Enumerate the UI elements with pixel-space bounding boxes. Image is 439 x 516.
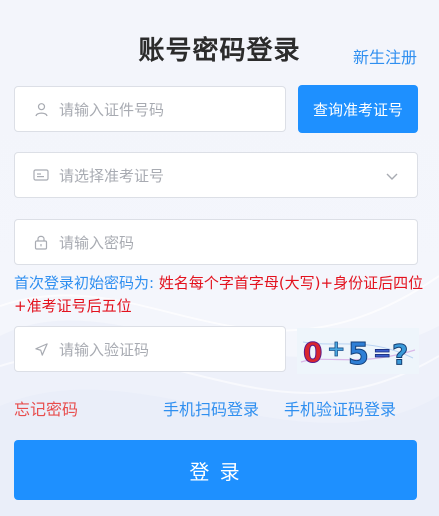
sms-login-link[interactable]: 手机验证码登录	[284, 396, 396, 420]
captcha-placeholder: 请输入验证码	[59, 340, 150, 359]
id-card-icon	[33, 167, 49, 183]
exam-number-select[interactable]: 请选择准考证号	[14, 152, 418, 198]
svg-text:=: =	[373, 341, 391, 366]
hint-prefix: 首次登录初始密码为:	[14, 274, 159, 292]
id-number-placeholder: 请输入证件号码	[59, 100, 165, 119]
password-field[interactable]: 请输入密码	[14, 219, 418, 265]
id-number-field[interactable]: 请输入证件号码	[14, 86, 286, 132]
user-icon	[33, 101, 49, 117]
send-icon	[33, 341, 49, 357]
svg-text:0: 0	[303, 336, 322, 369]
login-button[interactable]: 登 录	[14, 440, 417, 500]
lock-icon	[33, 234, 49, 250]
svg-text:5: 5	[348, 337, 369, 372]
register-link[interactable]: 新生注册	[353, 44, 417, 68]
forgot-password-link[interactable]: 忘记密码	[14, 396, 78, 420]
qr-scan-login-link[interactable]: 手机扫码登录	[163, 396, 259, 420]
initial-password-hint: 首次登录初始密码为: 姓名每个字首字母(大写)+身份证后四位+准考证号后五位	[14, 272, 424, 318]
captcha-image[interactable]: 0 + 5 = ?	[297, 328, 419, 374]
captcha-field[interactable]: 请输入验证码	[14, 326, 286, 372]
password-placeholder: 请输入密码	[59, 233, 135, 252]
chevron-down-icon	[385, 168, 399, 187]
svg-text:?: ?	[392, 338, 408, 371]
exam-number-placeholder: 请选择准考证号	[59, 166, 165, 185]
svg-text:+: +	[327, 337, 345, 362]
query-exam-number-button[interactable]: 查询准考证号	[298, 85, 418, 133]
